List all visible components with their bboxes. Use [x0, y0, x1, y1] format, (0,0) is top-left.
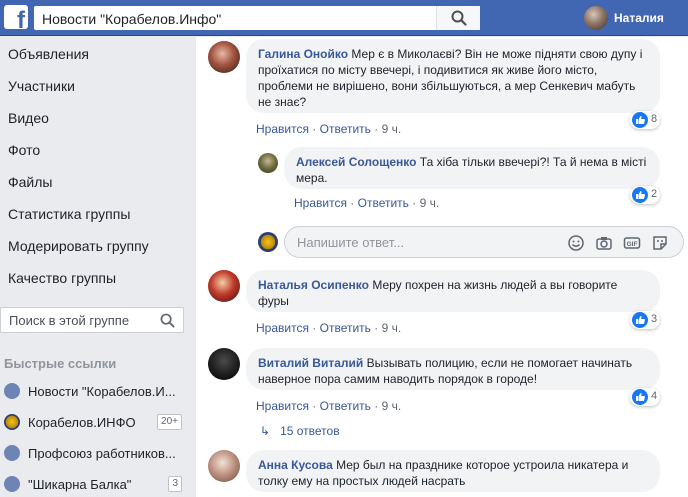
comment-time[interactable]: 9 ч.	[382, 399, 402, 413]
sidebar-item-announcements[interactable]: Объявления	[8, 46, 89, 62]
quick-link-item[interactable]: Новости "Корабелов.И...	[4, 381, 190, 401]
smiley-icon[interactable]	[567, 234, 585, 252]
reaction-count-value: 4	[651, 390, 658, 402]
comment-bubble: Виталий Виталий Вызывать полицию, если н…	[246, 348, 660, 390]
reply-bubble: Алексей Солощенко Та хіба тільки ввечері…	[284, 147, 660, 189]
reply-link[interactable]: Ответить	[320, 122, 371, 136]
reply-link[interactable]: Ответить	[320, 321, 371, 335]
avatar[interactable]	[208, 348, 240, 380]
reply-arrow-icon: ↳	[260, 424, 271, 438]
sidebar-item-photos[interactable]: Фото	[8, 142, 40, 158]
quick-link-badge: 3	[168, 476, 182, 492]
quick-link-label: "Шикарна Балка"	[28, 477, 132, 492]
group-icon	[4, 414, 20, 430]
reaction-count-value: 3	[651, 313, 658, 325]
facebook-logo[interactable]: f	[4, 5, 28, 29]
like-link[interactable]: Нравится	[294, 196, 347, 210]
group-icon	[4, 445, 20, 461]
sidebar-item-members[interactable]: Участники	[8, 78, 75, 94]
avatar[interactable]	[208, 450, 240, 482]
reaction-count[interactable]: 8	[630, 111, 660, 129]
like-link[interactable]: Нравится	[256, 399, 309, 413]
comment-actions: Нравится · Ответить · 9 ч.	[256, 399, 402, 413]
thumbs-up-icon	[632, 112, 648, 128]
quick-link-label: Корабелов.ИНФО	[28, 415, 136, 430]
reaction-count-value: 8	[651, 113, 658, 125]
quick-link-label: Профсоюз работников...	[28, 446, 176, 461]
sidebar-item-group-quality[interactable]: Качество группы	[8, 270, 116, 286]
search-button[interactable]	[436, 6, 480, 30]
svg-text:GIF: GIF	[627, 241, 638, 248]
reaction-count[interactable]: 2	[630, 186, 660, 204]
like-link[interactable]: Нравится	[256, 122, 309, 136]
group-icon	[4, 383, 20, 399]
reaction-count[interactable]: 3	[630, 311, 660, 329]
gif-icon[interactable]: GIF	[623, 234, 641, 252]
comment-actions: Нравится · Ответить · 9 ч.	[256, 321, 402, 335]
top-bar: f Новости "Корабелов.Инфо" Наталия	[0, 0, 688, 36]
reply-link[interactable]: Ответить	[358, 196, 409, 210]
reply-input-placeholder: Напишите ответ...	[297, 235, 405, 250]
user-name: Наталия	[614, 11, 664, 25]
comment-bubble: Галина Онойко Мер є в Миколаєві? Він не …	[246, 39, 660, 113]
sidebar: Объявления Участники Видео Фото Файлы Ст…	[0, 37, 196, 497]
avatar[interactable]	[208, 270, 240, 302]
comment-author[interactable]: Галина Онойко	[258, 47, 348, 61]
comment-bubble: Анна Кусова Мер был на празднике которое…	[246, 450, 660, 492]
thumbs-up-icon	[632, 187, 648, 203]
reaction-count[interactable]: 4	[630, 388, 660, 406]
quick-link-item[interactable]: Профсоюз работников...	[4, 443, 190, 463]
comment-author[interactable]: Виталий Виталий	[258, 356, 363, 370]
comment-author[interactable]: Наталья Осипенко	[258, 278, 369, 292]
sidebar-item-group-insights[interactable]: Статистика группы	[8, 206, 130, 222]
reply-input[interactable]: Напишите ответ... GIF	[284, 226, 684, 258]
comment-bubble: Наталья Осипенко Меру похрен на жизнь лю…	[246, 270, 660, 312]
group-search-placeholder: Поиск в этой группе	[9, 313, 130, 328]
comment-actions: Нравится · Ответить · 9 ч.	[294, 196, 440, 210]
group-search-input[interactable]: Поиск в этой группе	[0, 307, 184, 333]
reaction-count-value: 2	[651, 188, 658, 200]
sidebar-item-files[interactable]: Файлы	[8, 174, 52, 190]
sticker-icon[interactable]	[651, 234, 669, 252]
comments-section: Галина Онойко Мер є в Миколаєві? Він не …	[196, 37, 688, 497]
comment-author[interactable]: Анна Кусова	[258, 458, 333, 472]
quick-link-item[interactable]: "Шикарна Балка" 3	[4, 474, 190, 494]
search-input-value: Новости "Корабелов.Инфо"	[42, 11, 222, 27]
search-input[interactable]: Новости "Корабелов.Инфо"	[34, 6, 480, 30]
avatar[interactable]	[258, 153, 278, 173]
thumbs-up-icon	[632, 312, 648, 328]
avatar	[258, 232, 278, 252]
comment-author[interactable]: Алексей Солощенко	[296, 155, 416, 169]
view-replies-label: 15 ответов	[280, 424, 340, 438]
camera-icon[interactable]	[595, 234, 613, 252]
reply-link[interactable]: Ответить	[320, 399, 371, 413]
comment-time[interactable]: 9 ч.	[420, 196, 440, 210]
sidebar-item-videos[interactable]: Видео	[8, 110, 49, 126]
search-icon	[451, 10, 467, 26]
sidebar-item-moderate-group[interactable]: Модерировать группу	[8, 238, 149, 254]
quick-link-item[interactable]: Корабелов.ИНФО 20+	[4, 412, 190, 432]
comment-time[interactable]: 9 ч.	[382, 122, 402, 136]
avatar	[584, 6, 608, 30]
view-replies-link[interactable]: ↳ 15 ответов	[260, 424, 340, 438]
quick-links-title: Быстрые ссылки	[4, 356, 117, 371]
comment-time[interactable]: 9 ч.	[382, 321, 402, 335]
comment-actions: Нравится · Ответить · 9 ч.	[256, 122, 402, 136]
search-icon[interactable]	[160, 313, 175, 328]
quick-link-badge: 20+	[157, 414, 182, 430]
like-link[interactable]: Нравится	[256, 321, 309, 335]
thumbs-up-icon	[632, 389, 648, 405]
group-icon	[4, 476, 20, 492]
quick-link-label: Новости "Корабелов.И...	[28, 384, 176, 399]
avatar[interactable]	[208, 41, 240, 73]
